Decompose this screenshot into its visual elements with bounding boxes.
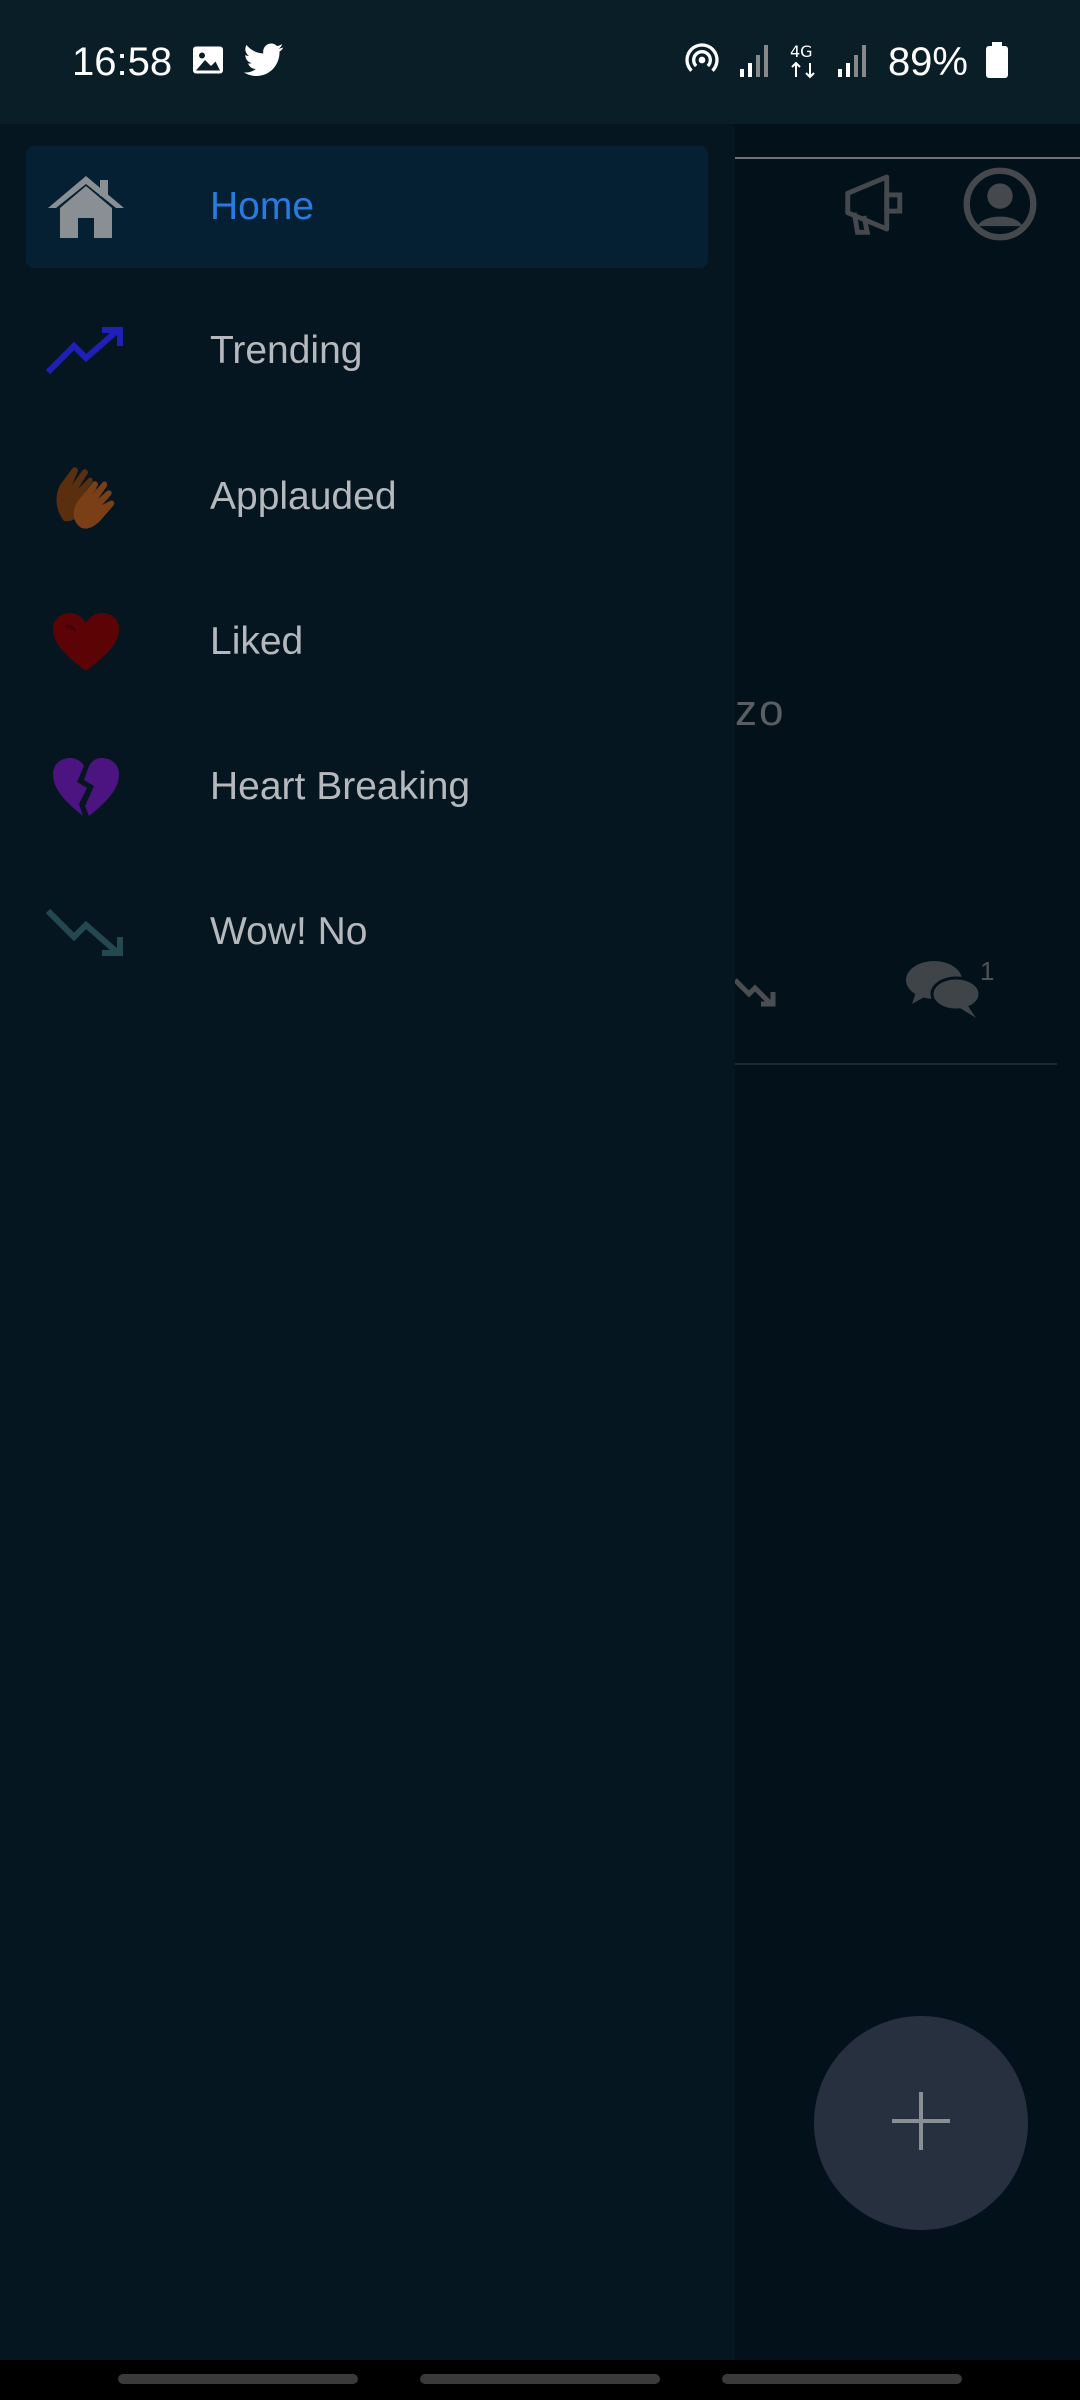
account-icon[interactable] [962, 166, 1038, 242]
menu-item-applauded[interactable]: Applauded [26, 436, 708, 558]
system-navigation-bar [0, 2360, 1080, 2400]
menu-label-applauded: Applauded [210, 475, 397, 518]
navigation-drawer: Home Trending Applauded Liked Heart Brea… [0, 124, 735, 2360]
comment-count: 1 [980, 956, 995, 986]
signal-icon [837, 43, 870, 82]
heart-icon [46, 602, 126, 682]
menu-label-wow-no: Wow! No [210, 910, 368, 953]
add-button[interactable] [814, 2016, 1028, 2230]
menu-item-liked[interactable]: Liked [26, 581, 708, 703]
trending-up-icon [46, 311, 126, 391]
hotspot-icon [682, 40, 722, 85]
menu-item-heart-breaking[interactable]: Heart Breaking [26, 726, 708, 848]
menu-item-home[interactable]: Home [26, 146, 708, 268]
twitter-icon [243, 43, 284, 82]
home-button[interactable] [420, 2374, 660, 2384]
status-bar: 16:58 4G 89% [0, 0, 1080, 124]
trending-down-icon [46, 892, 126, 972]
signal-icon [739, 43, 772, 82]
status-left: 16:58 [72, 40, 284, 85]
menu-label-home: Home [210, 185, 315, 228]
menu-label-trending: Trending [210, 329, 363, 372]
post-partial-text: zo [735, 686, 786, 735]
trending-down-icon[interactable] [733, 972, 781, 1012]
broken-heart-icon [46, 747, 126, 827]
home-icon [46, 167, 126, 247]
header-divider [735, 157, 1080, 159]
4g-icon: 4G [790, 41, 820, 84]
status-time: 16:58 [72, 39, 173, 84]
comments-icon[interactable] [904, 958, 984, 1020]
menu-item-trending[interactable]: Trending [26, 290, 708, 412]
image-icon [190, 42, 226, 83]
clapping-hands-icon [46, 457, 126, 537]
back-button[interactable] [722, 2374, 962, 2384]
battery-percent: 89% [887, 39, 968, 84]
post-divider [735, 1063, 1057, 1065]
megaphone-icon[interactable] [838, 164, 916, 242]
svg-text:4G: 4G [790, 42, 813, 61]
battery-icon [986, 41, 1008, 83]
status-right: 4G 89% [682, 40, 1008, 85]
recents-button[interactable] [118, 2374, 358, 2384]
menu-label-liked: Liked [210, 620, 304, 663]
menu-label-heart-breaking: Heart Breaking [210, 765, 471, 808]
menu-item-wow-no[interactable]: Wow! No [26, 871, 708, 993]
plus-icon [890, 2090, 952, 2157]
